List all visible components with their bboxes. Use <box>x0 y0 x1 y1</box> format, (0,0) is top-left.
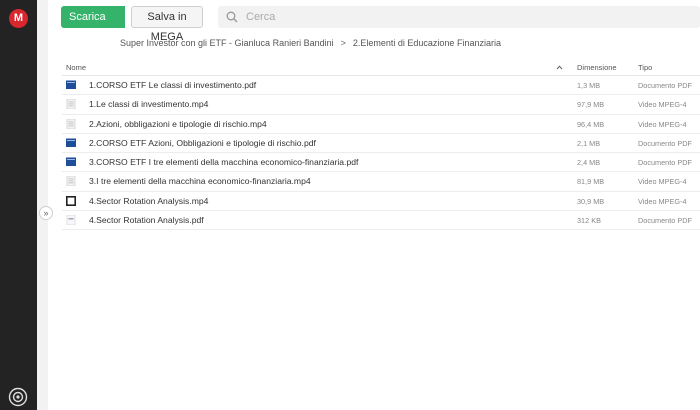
file-size: 2,1 MB <box>577 138 601 148</box>
file-name: 3.I tre elementi della macchina economic… <box>89 176 311 187</box>
table-row[interactable]: 3.CORSO ETF I tre elementi della macchin… <box>62 153 700 173</box>
table-header: Nome Dimensione Tipo <box>62 58 700 76</box>
file-size: 96,4 MB <box>577 119 605 129</box>
expand-panel-icon[interactable]: » <box>39 206 53 220</box>
pdf-thumb-icon <box>66 215 76 226</box>
column-name-header[interactable]: Nome <box>66 63 86 72</box>
table-row[interactable]: 2.Azioni, obbligazioni e tipologie di ri… <box>62 115 700 134</box>
pdf-blue-icon <box>66 157 76 167</box>
file-size: 30,9 MB <box>577 196 605 206</box>
sync-icon[interactable] <box>8 387 28 407</box>
video-thumb-icon <box>66 176 76 187</box>
file-name: 2.Azioni, obbligazioni e tipologie di ri… <box>89 118 267 129</box>
file-type: Documento PDF <box>638 138 692 148</box>
file-size: 312 KB <box>577 216 601 226</box>
breadcrumb: Super Investor con gli ETF - Gianluca Ra… <box>120 38 501 48</box>
column-type-header[interactable]: Tipo <box>638 63 652 72</box>
file-type: Video MPEG-4 <box>638 177 687 187</box>
sort-ascending-icon[interactable] <box>556 65 563 70</box>
file-type: Documento PDF <box>638 158 692 168</box>
file-name: 4.Sector Rotation Analysis.mp4 <box>89 195 209 206</box>
mega-logo-icon[interactable]: M <box>9 9 28 28</box>
file-type: Documento PDF <box>638 81 692 90</box>
file-list: 1.CORSO ETF Le classi di investimento.pd… <box>62 76 700 231</box>
file-table: Nome Dimensione Tipo 1.CORSO ETF Le clas… <box>62 58 700 231</box>
breadcrumb-current[interactable]: 2.Elementi di Educazione Finanziaria <box>353 38 501 48</box>
file-type: Video MPEG-4 <box>638 119 687 129</box>
file-size: 81,9 MB <box>577 177 605 187</box>
file-type: Video MPEG-4 <box>638 100 687 110</box>
video-thumb-icon <box>66 99 76 110</box>
left-sidebar: M <box>0 0 37 410</box>
file-size: 1,3 MB <box>577 81 601 90</box>
download-button[interactable]: Scarica <box>61 6 125 28</box>
pdf-blue-icon <box>66 138 76 147</box>
table-row[interactable]: 4.Sector Rotation Analysis.mp4 30,9 MB Vid… <box>62 192 700 212</box>
search-bar[interactable] <box>218 6 700 28</box>
save-to-mega-button[interactable]: Salva in MEGA <box>131 6 203 43</box>
video-dark-icon <box>66 195 76 206</box>
search-input[interactable] <box>246 6 686 28</box>
file-name: 1.Le classi di investimento.mp4 <box>89 99 209 110</box>
toolbar: Scarica Salva in MEGA <box>48 0 700 43</box>
file-type: Video MPEG-4 <box>638 196 687 206</box>
table-row[interactable]: 4.Sector Rotation Analysis.pdf 312 KB Docu… <box>62 211 700 231</box>
breadcrumb-parent[interactable]: Super Investor con gli ETF - Gianluca Ra… <box>120 38 334 48</box>
file-name: 3.CORSO ETF I tre elementi della macchin… <box>89 157 359 168</box>
video-thumb-icon <box>66 118 76 129</box>
table-row[interactable]: 1.Le classi di investimento.mp4 97,9 MB Vi… <box>62 95 700 115</box>
panel-collapse-strip <box>37 0 48 410</box>
file-name: 2.CORSO ETF Azioni, Obbligazioni e tipol… <box>89 137 316 148</box>
column-size-header[interactable]: Dimensione <box>577 63 617 72</box>
pdf-blue-icon <box>66 80 76 89</box>
search-icon <box>226 11 238 23</box>
file-type: Documento PDF <box>638 216 692 226</box>
file-name: 4.Sector Rotation Analysis.pdf <box>89 215 204 226</box>
table-row[interactable]: 1.CORSO ETF Le classi di investimento.pd… <box>62 76 700 96</box>
file-name: 1.CORSO ETF Le classi di investimento.pd… <box>89 80 257 90</box>
breadcrumb-separator: > <box>340 38 346 48</box>
file-size: 97,9 MB <box>577 100 605 110</box>
file-size: 2,4 MB <box>577 158 601 168</box>
table-row[interactable]: 2.CORSO ETF Azioni, Obbligazioni e tipol… <box>62 134 700 154</box>
table-row[interactable]: 3.I tre elementi della macchina economic… <box>62 172 700 192</box>
